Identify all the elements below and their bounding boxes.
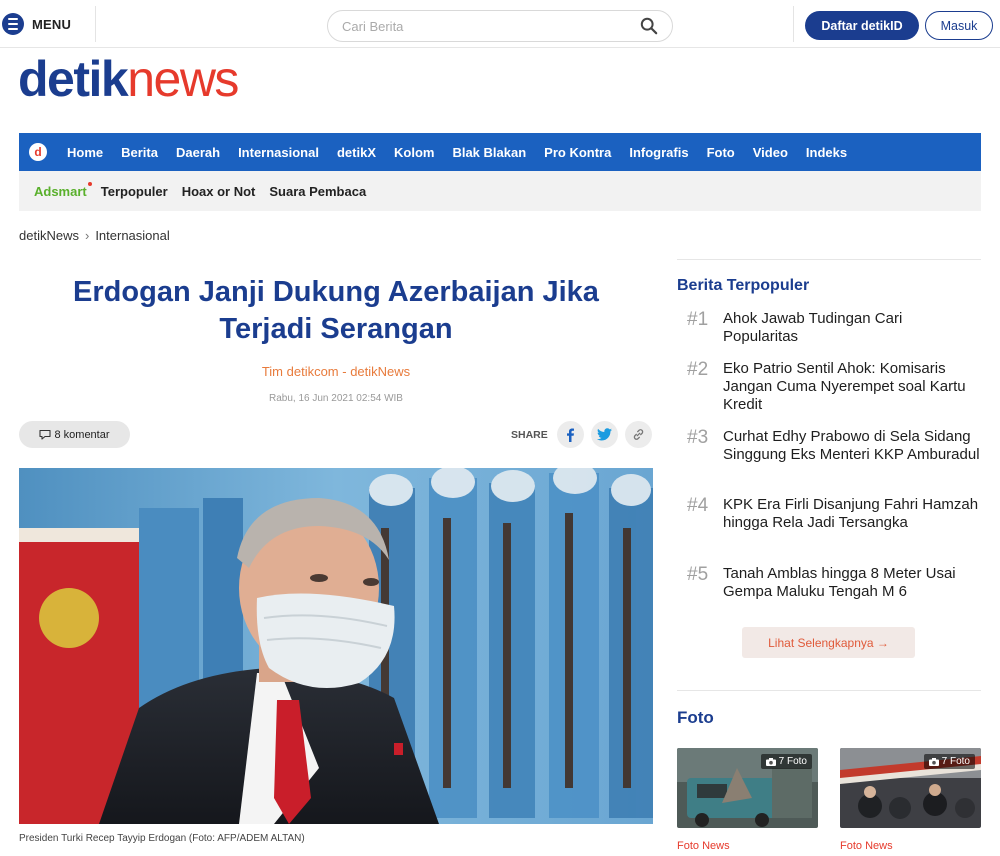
nav-item-infografis[interactable]: Infografis [629,145,688,160]
page: MENU Daftar detikID Masuk detiknews d Ho… [0,0,1000,856]
share-bar: SHARE [511,421,652,448]
login-button[interactable]: Masuk [925,11,993,40]
sidebar-divider-foto [677,690,981,691]
article-date: Rabu, 16 Jun 2021 02:54 WIB [269,393,403,404]
popular-heading: Berita Terpopuler [677,277,810,294]
share-label: SHARE [511,428,548,441]
twitter-icon [596,428,612,441]
nav-item-foto[interactable]: Foto [707,145,735,160]
popular-rank: #2 [687,359,709,380]
detik-logo-icon[interactable]: d [29,143,47,161]
popular-title: KPK Era Firli Disanjung Fahri Hamzah hin… [723,496,979,531]
subnav-item-terpopuler[interactable]: Terpopuler [101,184,168,199]
nav-logo-letter: d [34,145,42,159]
breadcrumb-item-detiknews[interactable]: detikNews [19,228,79,243]
new-dot-icon [87,181,92,186]
link-icon [633,429,643,440]
nav-item-kolom[interactable]: Kolom [394,145,434,160]
search-box[interactable] [327,10,673,42]
nav-item-detikx[interactable]: detikX [337,145,376,160]
menu-button[interactable]: MENU [0,6,96,42]
popular-rank: #5 [687,564,709,585]
nav-item-video[interactable]: Video [753,145,788,160]
popular-item[interactable]: #4 KPK Era Firli Disanjung Fahri Hamzah … [687,496,981,532]
subnav-label-adsmart: Adsmart [34,183,87,199]
comments-label: 8 komentar [54,428,110,441]
nav-item-daerah[interactable]: Daerah [176,145,220,160]
nav-item-berita[interactable]: Berita [121,145,158,160]
article-title-line1: Erdogan Janji Dukung Azerbaijan Jika [73,276,599,308]
breadcrumb: detikNews › Internasional [19,228,170,243]
popular-item[interactable]: #5 Tanah Amblas hingga 8 Meter Usai Gemp… [687,565,981,601]
popular-item[interactable]: #3 Curhat Edhy Prabowo di Sela Sidang Si… [687,428,981,464]
nav-item-home[interactable]: Home [67,145,103,160]
comment-icon [39,429,52,440]
see-more-button[interactable]: Lihat Selengkapnya → [742,627,915,658]
foto-card[interactable]: 7 Foto [840,748,981,828]
nav-item-blak-blakan[interactable]: Blak Blakan [452,145,526,160]
sub-nav: Adsmart Terpopuler Hoax or Not Suara Pem… [19,171,981,211]
camera-icon [765,757,776,766]
article-photo-image [19,468,653,824]
article-title: Erdogan Janji Dukung Azerbaijan Jika Ter… [19,274,653,348]
sidebar-divider-top [677,259,981,260]
popular-rank: #4 [687,495,709,516]
menu-icon [2,13,24,35]
popular-title: Curhat Edhy Prabowo di Sela Sidang Singg… [723,428,980,463]
photo-caption: Presiden Turki Recep Tayyip Erdogan (Fot… [19,833,305,844]
subnav-item-adsmart[interactable]: Adsmart [34,181,92,199]
subnav-item-suara-pembaca[interactable]: Suara Pembaca [269,184,366,199]
subnav-item-hoax-or-not[interactable]: Hoax or Not [182,184,256,199]
search-input[interactable] [342,18,640,34]
twitter-share-button[interactable] [590,421,618,448]
photo-count-label: 7 Foto [778,756,807,767]
breadcrumb-item-internasional[interactable]: Internasional [95,228,169,243]
foto-category-link[interactable]: Foto News [840,840,893,852]
popular-rank: #3 [687,427,709,448]
search-icon[interactable] [640,17,658,35]
photo-count-badge: 7 Foto [923,754,975,769]
chevron-right-icon: › [84,228,90,243]
nav-item-indeks[interactable]: Indeks [806,145,847,160]
facebook-icon [567,428,575,442]
article-author[interactable]: Tim detikcom - detikNews [19,364,653,379]
foto-card[interactable]: 7 Foto [677,748,818,828]
photo-count-badge: 7 Foto [760,754,812,769]
header-divider [793,6,794,42]
menu-label: MENU [32,16,72,32]
nav-item-pro-kontra[interactable]: Pro Kontra [544,145,611,160]
logo-part-news: news [127,51,239,107]
foto-category-link[interactable]: Foto News [677,840,730,852]
logo-part-detik: detik [18,51,129,107]
main-nav: d Home Berita Daerah Internasional detik… [19,133,981,171]
register-button[interactable]: Daftar detikID [805,11,919,40]
article-photo[interactable] [19,468,653,824]
article-title-line2: Terjadi Serangan [219,313,453,345]
popular-item[interactable]: #1 Ahok Jawab Tudingan Cari Popularitas [687,310,981,346]
nav-item-internasional[interactable]: Internasional [238,145,319,160]
popular-title: Eko Patrio Sentil Ahok: Komisaris Jangan… [723,360,966,413]
popular-item[interactable]: #2 Eko Patrio Sentil Ahok: Komisaris Jan… [687,360,981,414]
comments-button[interactable]: 8 komentar [19,421,130,448]
site-logo[interactable]: detiknews [18,51,239,107]
popular-title: Tanah Amblas hingga 8 Meter Usai Gempa M… [723,565,956,600]
top-bar: MENU Daftar detikID Masuk [0,0,1000,48]
facebook-share-button[interactable] [556,421,584,448]
popular-rank: #1 [687,309,709,330]
copy-link-button[interactable] [624,421,652,448]
photo-count-label: 7 Foto [941,756,970,767]
foto-heading: Foto [677,708,714,727]
camera-icon [928,757,939,766]
popular-title: Ahok Jawab Tudingan Cari Popularitas [723,310,903,345]
